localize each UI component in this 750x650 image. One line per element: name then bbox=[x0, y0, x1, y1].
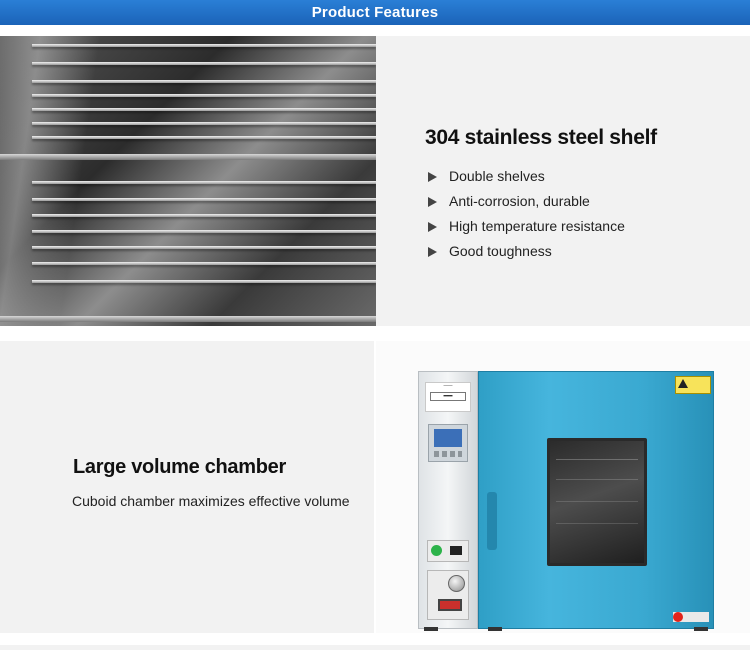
list-item: Double shelves bbox=[428, 164, 625, 189]
oven-door bbox=[478, 371, 714, 629]
oven-foot bbox=[424, 627, 438, 631]
list-item: High temperature resistance bbox=[428, 214, 625, 239]
product-features-banner: Product Features bbox=[0, 0, 750, 25]
list-item: Good toughness bbox=[428, 239, 625, 264]
oven-window bbox=[547, 438, 647, 566]
shelf-feature-list: Double shelves Anti-corrosion, durable H… bbox=[428, 164, 625, 264]
oven-foot bbox=[694, 627, 708, 631]
warning-label-icon bbox=[675, 376, 711, 394]
stainless-steel-shelf-image bbox=[0, 36, 376, 326]
chamber-feature-description: Cuboid chamber maximizes effective volum… bbox=[72, 493, 350, 509]
list-item: Anti-corrosion, durable bbox=[428, 189, 625, 214]
power-switch bbox=[427, 540, 469, 562]
chamber-feature-title: Large volume chamber bbox=[73, 456, 286, 478]
oven-foot bbox=[488, 627, 502, 631]
door-handle bbox=[487, 492, 497, 550]
chamber-feature-section: Large volume chamber Cuboid chamber maxi… bbox=[0, 341, 750, 633]
bullet-triangle-icon bbox=[428, 246, 437, 257]
bullet-triangle-icon bbox=[428, 221, 437, 232]
drying-oven-image: ——— ▬▬▬ bbox=[376, 341, 750, 633]
temperature-controller bbox=[428, 424, 468, 462]
timer-knob bbox=[427, 570, 469, 620]
shelf-feature-section: 304 stainless steel shelf Double shelves… bbox=[0, 36, 750, 326]
shelf-feature-title: 304 stainless steel shelf bbox=[425, 126, 657, 149]
bullet-triangle-icon bbox=[428, 196, 437, 207]
oven-nameplate: ——— ▬▬▬ bbox=[425, 382, 471, 412]
bullet-triangle-icon bbox=[428, 171, 437, 182]
banner-title: Product Features bbox=[311, 4, 439, 21]
next-section-edge bbox=[0, 645, 750, 650]
oven-control-panel: ——— ▬▬▬ bbox=[418, 371, 478, 629]
brand-logo bbox=[673, 612, 709, 622]
